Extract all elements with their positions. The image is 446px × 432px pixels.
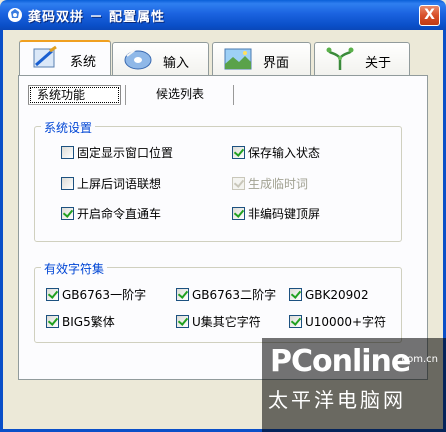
checkbox-u-other-chars[interactable]: U集其它字符: [176, 315, 261, 331]
checkbox-fixed-window-position[interactable]: 固定显示窗口位置: [61, 146, 173, 162]
checkbox-noncode-key-commit[interactable]: 非编码键顶屏: [232, 207, 320, 223]
subtab-divider: [233, 85, 234, 105]
system-settings-title: 系统设置: [41, 119, 96, 136]
checkbox-save-input-state[interactable]: 保存输入状态: [232, 146, 320, 162]
checkbox-big5[interactable]: BIG5繁体: [46, 315, 115, 331]
checkbox-box[interactable]: [232, 146, 245, 159]
watermark-logo: PConline: [270, 344, 411, 379]
checkbox-command-express[interactable]: 开启命令直通车: [61, 207, 161, 223]
checkbox-box[interactable]: [289, 315, 302, 328]
pen-paper-icon: [33, 45, 57, 68]
checkbox-box[interactable]: [61, 177, 74, 190]
checkbox-generate-temp-words: 生成临时词: [232, 177, 308, 193]
window-title: 龚码双拼 － 配置属性: [28, 10, 166, 25]
subtab-divider: [125, 85, 126, 105]
checkbox-box[interactable]: [46, 315, 59, 328]
charset-group: [34, 267, 402, 343]
app-icon: [8, 8, 22, 22]
checkbox-gbk20902[interactable]: GBK20902: [289, 288, 369, 304]
checkbox-gb6763-level2[interactable]: GB6763二阶字: [176, 288, 276, 304]
checkbox-u10000-chars[interactable]: U10000+字符: [289, 315, 386, 331]
subtab-system-functions[interactable]: 系统功能: [28, 85, 121, 105]
charset-title: 有效字符集: [41, 260, 108, 277]
tab-about[interactable]: 关于: [314, 42, 410, 76]
disc-icon: [124, 49, 152, 70]
vine-icon: [326, 47, 354, 70]
checkbox-box[interactable]: [61, 207, 74, 220]
watermark-domain: .com.cn: [398, 354, 438, 365]
tab-interface[interactable]: 界面: [212, 42, 311, 76]
checkbox-word-association[interactable]: 上屏后词语联想: [61, 177, 161, 193]
watermark-cn: 太平洋电脑网: [268, 388, 406, 412]
checkbox-box[interactable]: [46, 288, 59, 301]
close-button[interactable]: X: [419, 5, 440, 26]
tab-system-label: 系统: [70, 55, 97, 70]
tab-interface-label: 界面: [263, 56, 290, 71]
checkbox-gb6763-level1[interactable]: GB6763一阶字: [46, 288, 146, 304]
tab-input-label: 输入: [163, 56, 190, 71]
checkbox-box[interactable]: [232, 207, 245, 220]
checkbox-box[interactable]: [289, 288, 302, 301]
tab-system[interactable]: 系统: [19, 40, 111, 76]
checkbox-box[interactable]: [176, 288, 189, 301]
tab-about-label: 关于: [365, 56, 392, 71]
title-bar[interactable]: 龚码双拼 － 配置属性 X: [0, 0, 446, 30]
tab-input[interactable]: 输入: [112, 42, 209, 76]
checkbox-box: [232, 177, 245, 190]
watermark: PConline .com.cn 太平洋电脑网: [262, 338, 446, 432]
checkbox-box[interactable]: [61, 146, 74, 159]
checkbox-box[interactable]: [176, 315, 189, 328]
subtab-candidate-list[interactable]: 候选列表: [148, 85, 228, 105]
landscape-icon: [224, 48, 252, 70]
